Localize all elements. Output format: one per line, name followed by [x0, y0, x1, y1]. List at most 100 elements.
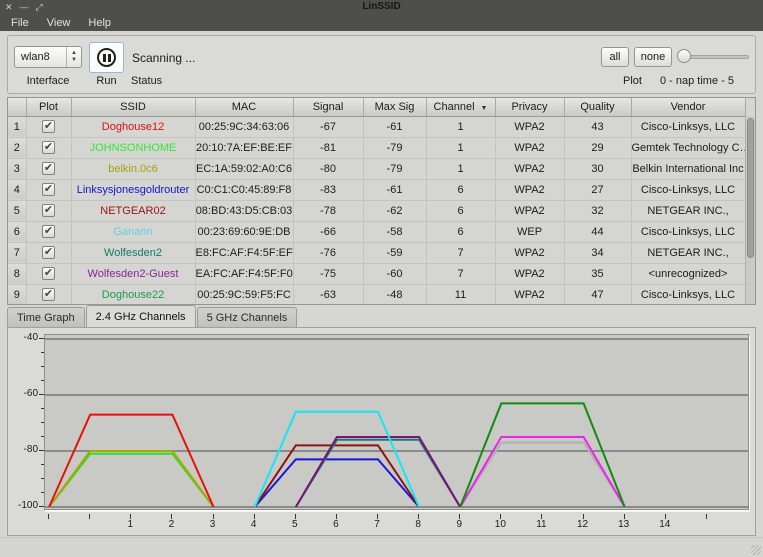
- channel-cell: 11: [426, 284, 495, 305]
- table-row: 6✔Ganann00:23:69:60:9E:DB-66-586WEP44Cis…: [8, 221, 745, 242]
- channel-cell: 6: [426, 200, 495, 221]
- tab-time-graph[interactable]: Time Graph: [7, 307, 85, 327]
- vendor-cell: Cisco-Linksys, LLC: [631, 284, 745, 305]
- ssid-cell: Doghouse22: [71, 284, 195, 305]
- plot-checkbox[interactable]: ✔: [42, 162, 55, 175]
- privacy-cell: WPA2: [495, 242, 564, 263]
- plot-all-button[interactable]: all: [601, 47, 629, 67]
- table-row: 4✔LinksysjonesgoldrouterC0:C1:C0:45:89:F…: [8, 179, 745, 200]
- plot-checkbox-cell: ✔: [26, 263, 71, 284]
- ssid-cell: Linksysjonesgoldrouter: [71, 179, 195, 200]
- status-value: Scanning ...: [132, 51, 195, 65]
- privacy-cell: WPA2: [495, 137, 564, 158]
- y-axis-tick: [39, 450, 44, 451]
- resize-grip-icon[interactable]: [751, 545, 761, 555]
- table-scrollbar-thumb[interactable]: [747, 118, 754, 258]
- series-linksysjonesgoldrouter: [255, 459, 419, 507]
- max-sig-cell: -60: [363, 263, 426, 284]
- table-row: 7✔Wolfesden2E8:FC:AF:F4:5F:EF-76-597WPA2…: [8, 242, 745, 263]
- row-number: 9: [8, 284, 26, 305]
- spinner-arrows-icon[interactable]: ▲▼: [66, 47, 81, 67]
- mac-cell: 00:25:9C:59:F5:FC: [195, 284, 293, 305]
- mac-cell: 08:BD:43:D5:CB:03: [195, 200, 293, 221]
- menu-item-file[interactable]: File: [2, 16, 38, 30]
- x-axis-tick: [89, 514, 90, 519]
- quality-cell: 44: [564, 221, 631, 242]
- table-row: 9✔Doghouse2200:25:9C:59:F5:FC-63-4811WPA…: [8, 284, 745, 305]
- plot-checkbox[interactable]: ✔: [42, 120, 55, 133]
- signal-cell: -78: [293, 200, 363, 221]
- plot-checkbox[interactable]: ✔: [42, 246, 55, 259]
- statusbar: [0, 537, 763, 557]
- quality-cell: 43: [564, 116, 631, 137]
- plot-checkbox[interactable]: ✔: [42, 183, 55, 196]
- interface-select-value: wlan8: [21, 51, 50, 63]
- column-header-max-sig[interactable]: Max Sig: [363, 98, 426, 116]
- mac-cell: EC:1A:59:02:A0:C6: [195, 158, 293, 179]
- channel-cell: 1: [426, 158, 495, 179]
- plot-checkbox[interactable]: ✔: [42, 204, 55, 217]
- column-header-ssid[interactable]: SSID: [71, 98, 195, 116]
- plot-none-button[interactable]: none: [634, 47, 672, 67]
- column-header-privacy[interactable]: Privacy: [495, 98, 564, 116]
- plot-checkbox[interactable]: ✔: [42, 288, 55, 301]
- row-number: 4: [8, 179, 26, 200]
- run-button[interactable]: [89, 42, 124, 73]
- nap-time-label: 0 - nap time - 5: [660, 75, 734, 87]
- y-axis-label: -60: [8, 388, 38, 400]
- max-sig-cell: -79: [363, 158, 426, 179]
- nap-time-slider-track[interactable]: [681, 55, 749, 59]
- nap-time-slider-handle[interactable]: [677, 49, 691, 63]
- plot-checkbox[interactable]: ✔: [42, 141, 55, 154]
- sort-descending-icon: ▼: [481, 105, 488, 112]
- menu-item-help[interactable]: Help: [79, 16, 120, 30]
- y-axis-tick: [39, 338, 44, 339]
- quality-cell: 27: [564, 179, 631, 200]
- table-scrollbar[interactable]: [745, 116, 755, 304]
- plot-checkbox-cell: ✔: [26, 200, 71, 221]
- vendor-cell: NETGEAR INC.,: [631, 242, 745, 263]
- series-wolfesden2-guest: [296, 437, 460, 507]
- y-axis-tick: [39, 506, 44, 507]
- vendor-cell: Gemtek Technology C…: [631, 137, 745, 158]
- column-header-plot[interactable]: Plot: [26, 98, 71, 116]
- column-header-signal[interactable]: Signal: [293, 98, 363, 116]
- y-axis-label: -100: [8, 500, 38, 512]
- series-johnsonhome: [49, 454, 214, 507]
- y-axis-label: -40: [8, 332, 38, 344]
- pause-icon: [97, 48, 116, 67]
- plot-checkbox[interactable]: ✔: [42, 225, 55, 238]
- series-doghouse12: [49, 415, 214, 507]
- table-row: 3✔belkin.0c6EC:1A:59:02:A0:C6-80-791WPA2…: [8, 158, 745, 179]
- privacy-cell: WEP: [495, 221, 564, 242]
- x-axis-label: 4: [243, 519, 265, 530]
- plot-checkbox-cell: ✔: [26, 137, 71, 158]
- menu-item-view[interactable]: View: [38, 16, 80, 30]
- table-row: 1✔Doghouse1200:25:9C:34:63:06-67-611WPA2…: [8, 116, 745, 137]
- column-header-quality[interactable]: Quality: [564, 98, 631, 116]
- channel-graph-panel: -40-60-80-1001234567891011121314: [7, 327, 756, 536]
- column-header-channel[interactable]: Channel▼: [426, 98, 495, 116]
- quality-cell: 47: [564, 284, 631, 305]
- column-header-vendor[interactable]: Vendor: [631, 98, 745, 116]
- run-label: Run: [89, 75, 124, 87]
- y-axis-minor-tick: [41, 478, 44, 479]
- linssid-window: ✕—⤢ LinSSID FileViewHelp wlan8 ▲▼ Scanni…: [0, 0, 763, 557]
- x-axis-tick: [48, 514, 49, 519]
- tab-2-4-ghz-channels[interactable]: 2.4 GHz Channels: [86, 305, 196, 327]
- column-header-mac[interactable]: MAC: [195, 98, 293, 116]
- vendor-cell: Cisco-Linksys, LLC: [631, 221, 745, 242]
- x-axis-label: 3: [202, 519, 224, 530]
- network-table: PlotSSIDMACSignalMax SigChannel▼PrivacyQ…: [8, 98, 746, 305]
- row-number: 5: [8, 200, 26, 221]
- plot-checkbox[interactable]: ✔: [42, 267, 55, 280]
- plot-checkbox-cell: ✔: [26, 221, 71, 242]
- x-axis-label: 11: [530, 519, 552, 530]
- series-belkin-0c6: [49, 451, 214, 507]
- status-label: Status: [131, 75, 162, 87]
- interface-select[interactable]: wlan8 ▲▼: [14, 46, 82, 68]
- tab-5-ghz-channels[interactable]: 5 GHz Channels: [197, 307, 298, 327]
- y-axis-minor-tick: [41, 492, 44, 493]
- max-sig-cell: -58: [363, 221, 426, 242]
- ssid-cell: Wolfesden2-Guest: [71, 263, 195, 284]
